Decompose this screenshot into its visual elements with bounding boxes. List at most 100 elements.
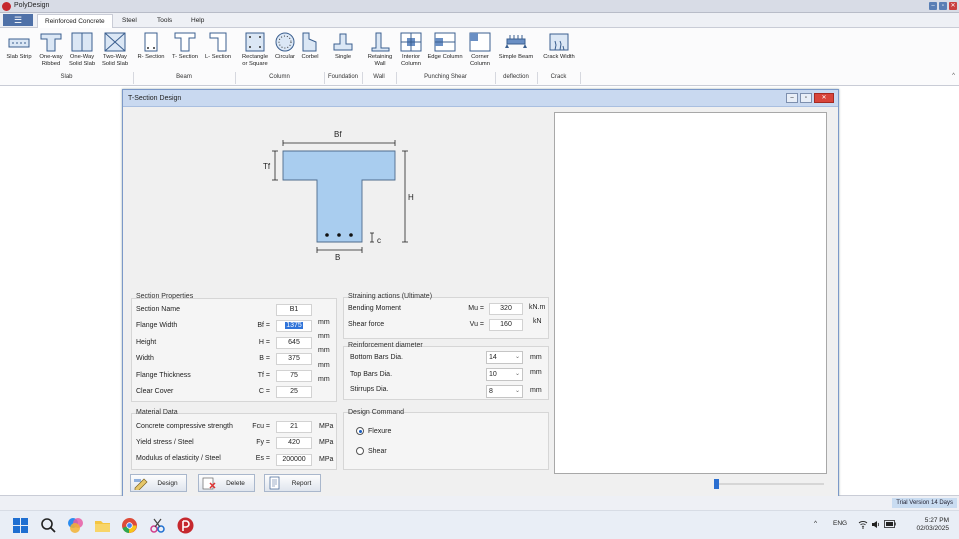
retaining-wall-button[interactable]: Retaining Wall (366, 31, 394, 68)
zoom-slider-thumb[interactable] (714, 479, 719, 489)
bottom-bars-label: Bottom Bars Dia. (350, 354, 403, 361)
interior-column-button[interactable]: Interior Column (398, 31, 424, 68)
delete-button[interactable]: Delete (198, 474, 255, 492)
t-section-diagram: Bf Tf H B c (263, 130, 414, 262)
pencil-ruler-icon (134, 478, 148, 490)
show-hidden-icons-button[interactable]: ^ (814, 520, 817, 527)
dialog-maximize-button[interactable]: ▫ (800, 93, 812, 103)
t-section-button[interactable]: T- Section (170, 31, 200, 61)
hamburger-menu-icon[interactable]: ☰ (3, 14, 33, 26)
fcu-field[interactable]: 21 (276, 421, 312, 433)
flange-width-field[interactable]: 1375 (276, 320, 312, 332)
fcu-symbol: Fcu = (252, 423, 270, 430)
maximize-button[interactable]: ▫ (939, 2, 947, 10)
edge-column-button[interactable]: Edge Column (426, 31, 464, 61)
bending-moment-unit: kN.m (529, 304, 546, 311)
bending-moment-field[interactable]: 320 (489, 303, 523, 315)
r-section-button[interactable]: R- Section (136, 31, 166, 61)
dialog-title-bar: T-Section Design – ▫ ✕ (123, 90, 838, 107)
es-label: Modulus of elasticity / Steel (136, 455, 221, 462)
top-bars-label: Top Bars Dia. (350, 371, 393, 378)
bottom-bars-unit: mm (530, 354, 542, 361)
tab-help[interactable]: Help (184, 14, 211, 28)
t-beam-icon (174, 32, 196, 52)
section-name-field[interactable]: B1 (276, 304, 312, 316)
shear-force-unit: kN (533, 318, 542, 325)
tab-steel[interactable]: Steel (115, 14, 144, 28)
copilot-icon[interactable] (67, 517, 84, 534)
shear-force-field[interactable]: 160 (489, 319, 523, 331)
flange-width-label: Flange Width (136, 322, 178, 329)
battery-icon[interactable] (884, 520, 896, 528)
volume-icon[interactable] (871, 520, 881, 529)
chevron-down-icon: ⌄ (514, 371, 520, 377)
es-field[interactable]: 200000 (276, 454, 312, 466)
windows-start-icon[interactable] (12, 517, 29, 534)
section-properties-title: Section Properties (136, 293, 194, 300)
width-unit: mm (318, 347, 330, 354)
clear-cover-symbol: C = (258, 388, 270, 395)
chrome-icon[interactable] (121, 517, 138, 534)
file-explorer-icon[interactable] (94, 517, 111, 534)
snipping-tool-icon[interactable] (149, 517, 166, 534)
group-label-slab: Slab (60, 74, 73, 80)
ribbed-slab-icon (40, 33, 62, 52)
flange-thickness-field[interactable]: 75 (276, 370, 312, 382)
slab-strip-button[interactable]: Slab Strip (4, 31, 34, 61)
crack-width-button[interactable]: Crack Width (540, 31, 578, 61)
l-section-button[interactable]: L- Section (203, 31, 233, 61)
section-name-label: Section Name (136, 306, 180, 313)
zoom-slider[interactable] (714, 479, 824, 489)
wifi-icon[interactable] (858, 520, 868, 529)
height-field[interactable]: 645 (276, 337, 312, 349)
top-bars-select[interactable]: 10 ⌄ (486, 368, 523, 381)
mu-symbol: Mu = (468, 305, 484, 312)
es-symbol: Es = (255, 455, 270, 462)
one-way-ribbed-button[interactable]: One-way Ribbed (36, 31, 66, 68)
fy-field[interactable]: 420 (276, 437, 312, 449)
fcu-unit: MPa (319, 423, 334, 430)
report-button[interactable]: Report (264, 474, 321, 492)
corner-column-button[interactable]: Corner Column (466, 31, 494, 68)
clock-date: 02/03/2025 (916, 525, 949, 532)
simple-beam-button[interactable]: Simple Beam (497, 31, 535, 61)
bf-label: Bf (334, 130, 342, 139)
corbel-button[interactable]: Corbel (299, 31, 321, 61)
group-label-beam: Beam (176, 74, 192, 80)
polydesign-taskbar-icon[interactable] (177, 517, 194, 534)
dialog-minimize-button[interactable]: – (786, 93, 798, 103)
tab-tools[interactable]: Tools (150, 14, 179, 28)
tab-reinforced-concrete[interactable]: Reinforced Concrete (37, 14, 113, 28)
clock-time: 5:27 PM (924, 517, 949, 524)
close-button[interactable]: ✕ (949, 2, 957, 10)
one-way-solid-slab-button[interactable]: One-Way Solid Slab (67, 31, 97, 68)
title-bar: PolyDesign – ▫ ✕ (0, 0, 959, 13)
group-label-deflection: deflection (503, 74, 529, 80)
tf-label: Tf (263, 162, 271, 171)
shear-radio[interactable]: Shear (356, 447, 387, 455)
collapse-ribbon-button[interactable]: ^ (952, 73, 955, 79)
flange-thickness-unit: mm (318, 362, 330, 369)
search-icon[interactable] (40, 517, 57, 534)
system-clock[interactable]: 5:27 PM 02/03/2025 (916, 517, 949, 533)
material-data-title: Material Data (136, 409, 178, 416)
design-button[interactable]: Design (130, 474, 187, 492)
rectangular-beam-icon (144, 32, 158, 52)
single-footing-button[interactable]: Single (330, 31, 356, 61)
two-way-slab-icon (104, 32, 126, 52)
width-field[interactable]: 375 (276, 353, 312, 365)
dialog-close-button[interactable]: ✕ (814, 93, 834, 103)
stirrups-select[interactable]: 8 ⌄ (486, 385, 523, 398)
minimize-button[interactable]: – (929, 2, 937, 10)
rebar-dot (349, 233, 353, 237)
rectangle-column-button[interactable]: Rectangle or Square (239, 31, 271, 68)
group-label-wall: Wall (373, 74, 385, 80)
dialog-title: T-Section Design (128, 95, 182, 102)
two-way-solid-slab-button[interactable]: Two-Way Solid Slab (100, 31, 130, 68)
input-language-indicator[interactable]: ENG (833, 520, 847, 527)
flexure-radio[interactable]: Flexure (356, 427, 391, 435)
bottom-bars-select[interactable]: 14 ⌄ (486, 351, 523, 364)
straining-actions-title: Straining actions (Ultimate) (348, 293, 433, 300)
clear-cover-field[interactable]: 25 (276, 386, 312, 398)
circular-column-button[interactable]: Circular (272, 31, 298, 61)
